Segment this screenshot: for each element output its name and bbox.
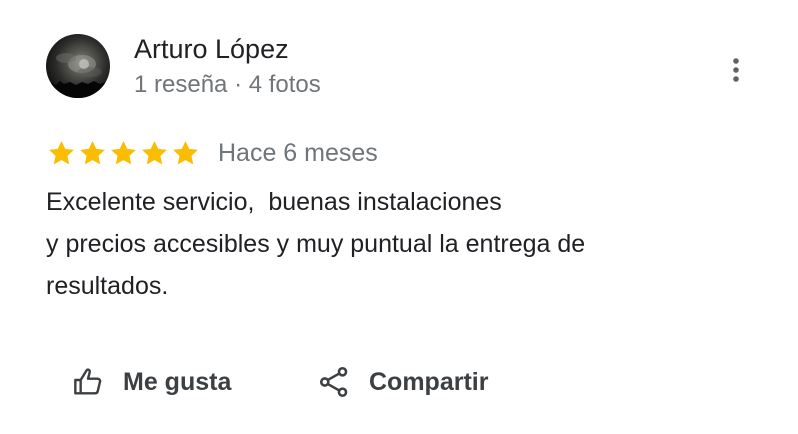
- star-rating: [46, 138, 201, 168]
- star-icon: [108, 138, 139, 168]
- author-meta: 1 reseña · 4 fotos: [134, 71, 321, 98]
- share-icon: [316, 364, 352, 400]
- star-icon: [139, 138, 170, 168]
- star-icon: [46, 138, 77, 168]
- more-options-button[interactable]: [716, 50, 756, 90]
- review-text: Excelente servicio, buenas instalaciones…: [46, 181, 746, 307]
- like-button[interactable]: Me gusta: [70, 360, 231, 404]
- review-date: Hace 6 meses: [218, 139, 378, 167]
- star-icon: [170, 138, 201, 168]
- review-text-line: Excelente servicio, buenas instalaciones: [46, 188, 502, 216]
- star-icon: [77, 138, 108, 168]
- review-text-line: resultados.: [46, 272, 169, 300]
- author-name[interactable]: Arturo López: [134, 32, 289, 66]
- avatar-photo: [46, 53, 110, 98]
- avatar[interactable]: [46, 34, 110, 98]
- more-vert-icon: [733, 58, 739, 82]
- thumb-up-icon: [70, 364, 106, 400]
- review-card: Arturo López 1 reseña · 4 fotos Hace 6 m…: [0, 0, 798, 434]
- share-button[interactable]: Compartir: [316, 360, 488, 404]
- review-text-line: y precios accesibles y muy puntual la en…: [46, 230, 586, 258]
- share-label: Compartir: [369, 367, 489, 396]
- like-label: Me gusta: [123, 367, 232, 396]
